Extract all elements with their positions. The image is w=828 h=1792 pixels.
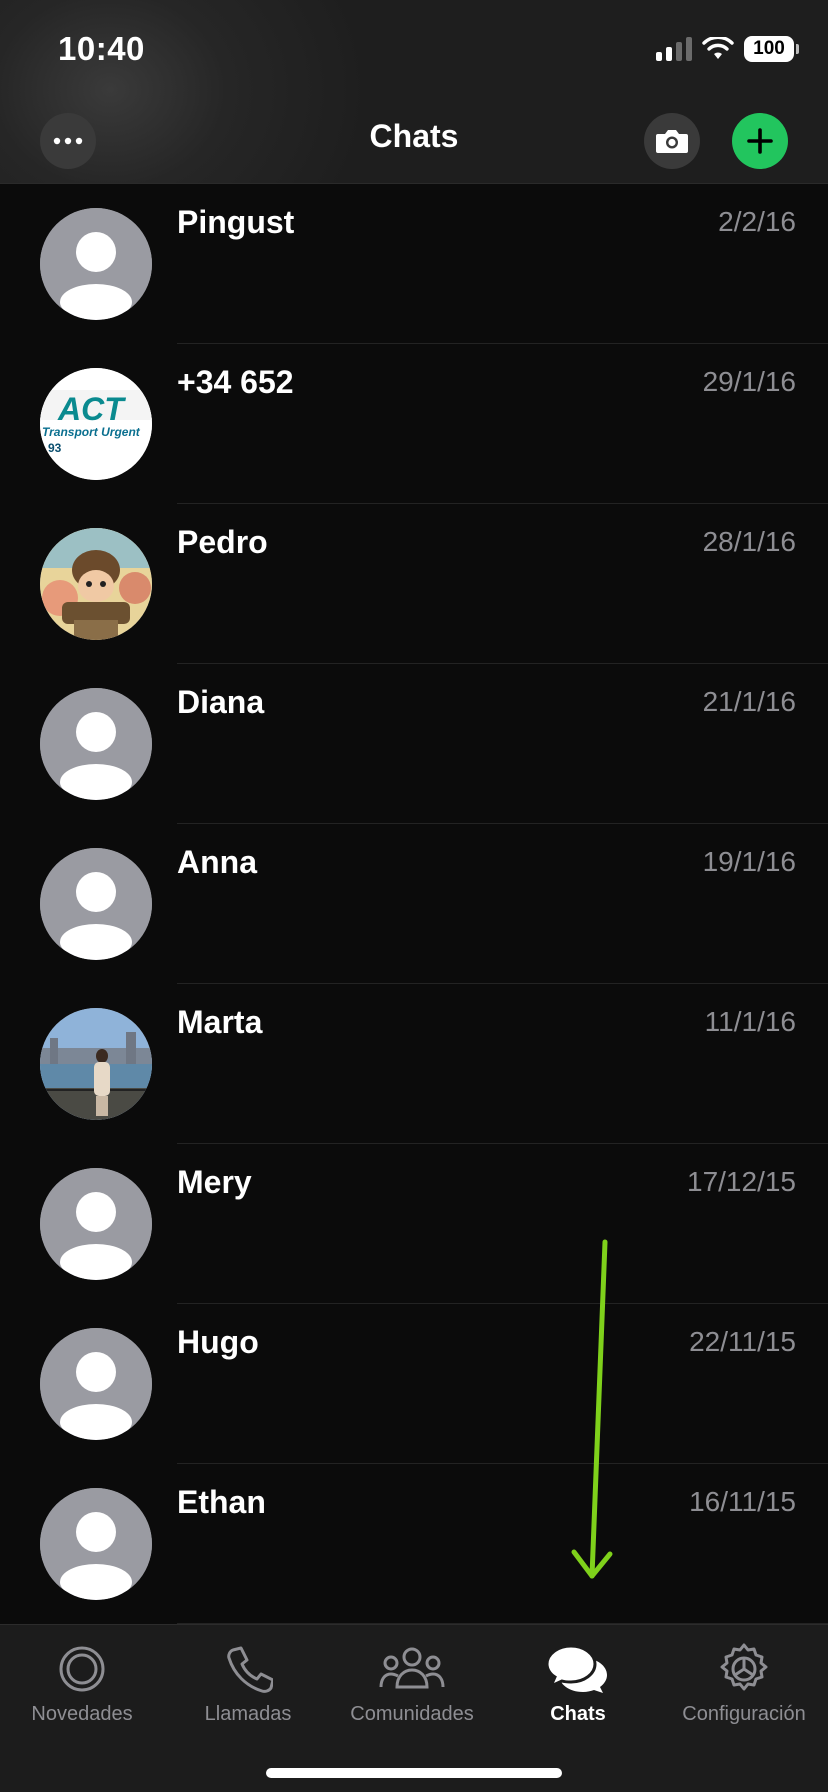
chat-row[interactable]: Pedro 28/1/16 — [0, 504, 828, 664]
tab-label: Novedades — [31, 1703, 133, 1725]
whatsapp-chats-screen: 10:40 100 Chats Pingust 2/2/16 ACT Trans… — [0, 0, 828, 1792]
status-time: 10:40 — [58, 30, 145, 67]
plus-icon — [747, 128, 773, 154]
chat-date: 2/2/16 — [718, 206, 796, 237]
chat-date: 28/1/16 — [702, 526, 796, 557]
status-indicators: 100 — [656, 34, 799, 64]
tab-novedades[interactable]: Novedades — [2, 1641, 162, 1741]
chat-date: 17/12/15 — [687, 1166, 796, 1197]
chat-row[interactable]: ACT Transport Urgent 93 +34 652 29/1/16 — [0, 344, 828, 504]
chat-date: 19/1/16 — [702, 846, 796, 877]
tab-comunidades[interactable]: Comunidades — [332, 1641, 492, 1741]
chat-name: Mery — [177, 1164, 252, 1200]
chat-date: 22/11/15 — [689, 1326, 796, 1357]
tab-chats[interactable]: Chats — [498, 1641, 658, 1741]
home-indicator[interactable] — [266, 1768, 562, 1778]
chat-name: Pedro — [177, 524, 268, 560]
navigation-bar: Chats — [0, 108, 828, 172]
default-avatar — [40, 1168, 152, 1280]
chat-row[interactable]: Anna 19/1/16 — [0, 824, 828, 984]
chat-row[interactable]: Hugo 22/11/15 — [0, 1304, 828, 1464]
camera-button[interactable] — [644, 113, 700, 169]
phone-icon — [168, 1641, 328, 1697]
default-avatar — [40, 1488, 152, 1600]
default-avatar — [40, 688, 152, 800]
default-avatar — [40, 848, 152, 960]
chat-name: Diana — [177, 684, 265, 720]
logo-subtext: Transport Urgent — [42, 425, 141, 439]
updates-icon — [2, 1641, 162, 1697]
tab-llamadas[interactable]: Llamadas — [168, 1641, 328, 1741]
page-title: Chats — [369, 118, 459, 154]
top-header: 10:40 100 Chats — [0, 0, 828, 184]
annotation-arrow — [571, 1239, 613, 1579]
chat-row[interactable]: Diana 21/1/16 — [0, 664, 828, 824]
settings-icon — [664, 1641, 824, 1697]
tab-label: Comunidades — [350, 1703, 474, 1725]
logo-text: ACT — [57, 391, 126, 427]
tab-label: Chats — [550, 1703, 606, 1725]
chat-name: Hugo — [177, 1324, 259, 1360]
cellular-signal-icon — [656, 37, 692, 61]
logo-avatar: ACT Transport Urgent 93 — [40, 368, 152, 480]
chat-date: 16/11/15 — [689, 1486, 796, 1517]
battery-indicator: 100 — [744, 36, 799, 62]
chat-name: Anna — [177, 844, 257, 880]
tab-configuracion[interactable]: Configuración — [664, 1641, 824, 1741]
wifi-icon — [702, 37, 734, 59]
chat-name: Ethan — [177, 1484, 266, 1520]
tab-label: Configuración — [682, 1703, 806, 1725]
chat-date: 11/1/16 — [704, 1006, 796, 1037]
default-avatar — [40, 208, 152, 320]
chats-icon — [498, 1641, 658, 1697]
cartoon-avatar — [40, 528, 152, 640]
chat-row[interactable]: Pingust 2/2/16 — [0, 184, 828, 344]
photo-avatar — [40, 1008, 152, 1120]
chat-name: +34 652 — [177, 364, 294, 400]
camera-icon — [656, 130, 688, 153]
tab-label: Llamadas — [204, 1703, 292, 1725]
chat-name: Pingust — [177, 204, 295, 240]
chat-list: Pingust 2/2/16 ACT Transport Urgent 93 +… — [0, 184, 828, 1624]
chat-date: 29/1/16 — [702, 366, 796, 397]
default-avatar — [40, 1328, 152, 1440]
chat-date: 21/1/16 — [702, 686, 796, 717]
new-chat-button[interactable] — [732, 113, 788, 169]
chat-row[interactable]: Marta 11/1/16 — [0, 984, 828, 1144]
chat-row[interactable]: Ethan 16/11/15 — [0, 1464, 828, 1624]
communities-icon — [332, 1641, 492, 1697]
tab-bar: Novedades Llamadas Comunidades Chats Con… — [0, 1624, 828, 1792]
chat-name: Marta — [177, 1004, 263, 1040]
chat-row[interactable]: Mery 17/12/15 — [0, 1144, 828, 1304]
logo-number: 93 — [48, 441, 62, 455]
